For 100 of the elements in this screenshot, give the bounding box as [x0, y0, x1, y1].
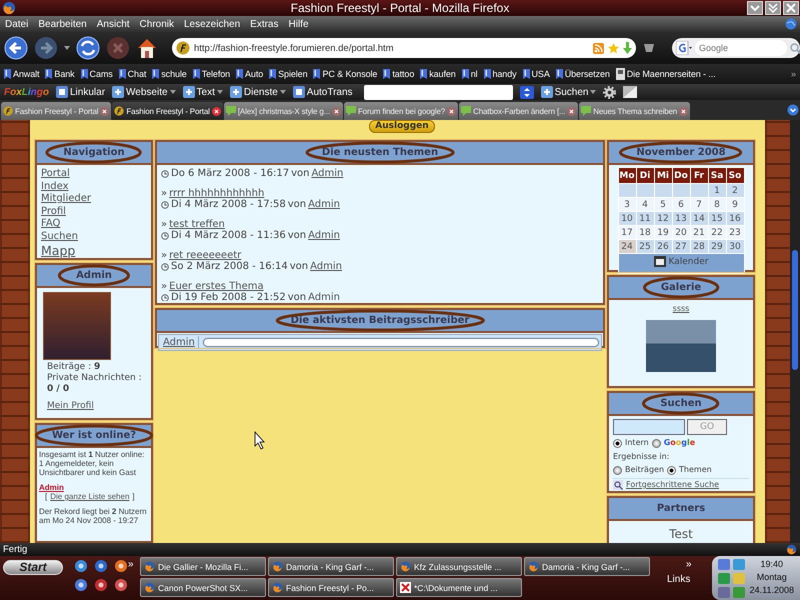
radio-label[interactable]: Intern [625, 438, 649, 448]
quick-launch-icon[interactable] [114, 578, 128, 592]
calendar-day[interactable]: 17 [618, 226, 636, 240]
bookmark-link[interactable]: schule [161, 69, 187, 79]
taskbar-button[interactable]: *C:\Dokumente und ... [396, 578, 522, 597]
quick-launch-icon[interactable] [114, 559, 128, 573]
bookmark-link[interactable]: Chat [128, 69, 146, 79]
topic-link[interactable]: rrrr hhhhhhhhhhhh [169, 188, 264, 199]
bookmark-link[interactable]: Telefon [202, 69, 230, 79]
links-toolbar-label[interactable]: Links [667, 574, 690, 585]
start-button[interactable]: Start [3, 560, 63, 575]
radio-label[interactable]: Google [664, 438, 696, 448]
close-tab-icon[interactable] [212, 106, 221, 116]
author-link[interactable]: Admin [308, 199, 340, 210]
bookmark-link[interactable]: kaufen [429, 69, 456, 79]
back-button[interactable] [4, 36, 28, 60]
radio-button[interactable] [652, 438, 661, 448]
poster-link[interactable]: Admin [160, 336, 199, 349]
taskbar-button[interactable]: Kfz Zulassungsstelle ... [396, 557, 522, 576]
caret-icon[interactable] [170, 90, 176, 94]
close-button[interactable] [783, 1, 799, 15]
radio-label[interactable]: Themen [679, 465, 712, 475]
toolbar-menu[interactable]: Dienste [230, 86, 286, 98]
browser-tab[interactable]: Forum finden bei google? [344, 102, 458, 120]
caret-icon[interactable] [216, 90, 223, 94]
bookmark-link[interactable]: handy [492, 69, 517, 79]
settings-icon[interactable] [603, 86, 616, 98]
author-link[interactable]: Admin [311, 168, 344, 179]
gallery-caption-link[interactable]: ssss [672, 304, 690, 313]
author-link[interactable]: Admin [308, 230, 340, 241]
caret-icon[interactable] [64, 46, 70, 50]
quick-launch-icon[interactable] [94, 559, 108, 573]
toolbar-menu[interactable]: Text [182, 86, 223, 98]
caret-icon[interactable] [590, 90, 596, 94]
quick-launch-icon[interactable] [74, 578, 88, 592]
menu-item[interactable]: Extras [247, 18, 286, 30]
toolbar-logo[interactable]: FoxLingo [4, 86, 49, 98]
search-field[interactable]: Google [672, 38, 800, 58]
user-list-link[interactable]: Die ganze Liste sehen [50, 492, 130, 501]
forward-button[interactable] [34, 36, 58, 60]
topic-link[interactable]: test treffen [169, 219, 225, 230]
toolbar-menu[interactable]: Webseite [112, 86, 176, 98]
radio-button[interactable] [613, 438, 622, 448]
caret-icon[interactable] [280, 90, 286, 94]
scrollbar[interactable] [790, 120, 800, 543]
topic-link[interactable]: Euer erstes Thema [169, 281, 264, 292]
more-links-button[interactable]: » [686, 559, 692, 570]
calendar-day[interactable]: 24 [618, 240, 636, 254]
more-quick-launch-button[interactable]: » [128, 559, 134, 570]
browser-tab[interactable]: [Alex] christmas-X style g... [224, 102, 343, 120]
radio-button[interactable] [613, 466, 622, 474]
taskbar-button[interactable]: Fashion Freestyl - Po... [268, 578, 394, 597]
radio-label[interactable]: Beiträgen [625, 465, 664, 475]
browser-tab[interactable]: Neues Thema schreiben [579, 102, 690, 120]
image-icon[interactable] [623, 86, 638, 98]
bookmark-link[interactable]: Übersetzen [564, 69, 610, 79]
menu-item[interactable]: Chronik [136, 18, 181, 30]
search-input[interactable] [613, 419, 685, 435]
bookmark-link[interactable]: Die Maennerseiten - ... [626, 69, 716, 79]
browser-tab[interactable]: Fashion Freestyl - Portal [112, 102, 223, 120]
nav-link[interactable]: Index [41, 180, 147, 193]
bookmark-link[interactable]: nl [470, 69, 478, 79]
nav-link[interactable]: Suchen [41, 230, 147, 243]
reload-button[interactable] [76, 36, 100, 60]
nav-link[interactable]: Profil [41, 206, 147, 218]
bookmark-link[interactable]: USA [532, 69, 550, 79]
bookmark-link[interactable]: Bank [54, 69, 75, 79]
toolbar-button[interactable]: Linkular [56, 86, 106, 98]
browser-tab[interactable]: Chatbox-Farben ändern [... [459, 102, 578, 120]
toolbar-button[interactable]: AutoTrans [292, 86, 353, 98]
nav-link[interactable]: Mapp [41, 243, 147, 258]
bookmark-link[interactable]: Cams [90, 69, 113, 79]
bookmark-link[interactable]: tattoo [392, 69, 414, 79]
taskbar-button[interactable]: Canon PowerShot SX... [140, 578, 266, 597]
author-link[interactable]: Admin [310, 261, 342, 272]
menu-item[interactable]: Bearbeiten [35, 18, 94, 30]
taskbar-button[interactable]: Die Gallier - Mozilla Fi... [140, 557, 266, 576]
bookmark-link[interactable]: Spielen [278, 69, 308, 79]
stop-button[interactable] [106, 36, 130, 60]
radio-button[interactable] [667, 466, 676, 474]
menu-item[interactable]: Hilfe [286, 18, 316, 30]
calendar-day[interactable]: 10 [618, 212, 636, 226]
menu-item[interactable]: Datei [2, 18, 36, 30]
browser-tab[interactable]: Fashion Freestyl - Portal [1, 102, 112, 120]
more-bookmarks-button[interactable]: » [790, 69, 796, 79]
quick-launch-icon[interactable] [74, 559, 88, 573]
nav-link[interactable]: FAQ [41, 218, 147, 230]
bookmark-link[interactable]: Auto [245, 69, 264, 79]
search-icon[interactable] [790, 42, 800, 54]
advanced-search-link[interactable]: Fortgeschrittene Suche [626, 480, 720, 490]
online-user-link[interactable]: Admin [39, 483, 149, 492]
topic-link[interactable]: ret reeeeeeetr [169, 250, 242, 261]
spinner-button[interactable] [520, 86, 534, 98]
calendar-day[interactable]: 3 [618, 198, 636, 212]
taskbar-button[interactable]: Damoria - King Garf -... [524, 557, 650, 576]
menu-item[interactable]: Lesezeichen [181, 18, 248, 30]
maximize-button[interactable] [765, 1, 781, 15]
profile-link[interactable]: Mein Profil [41, 401, 147, 412]
nav-link[interactable]: Portal [41, 168, 147, 180]
logout-button[interactable]: Ausloggen [369, 120, 435, 133]
